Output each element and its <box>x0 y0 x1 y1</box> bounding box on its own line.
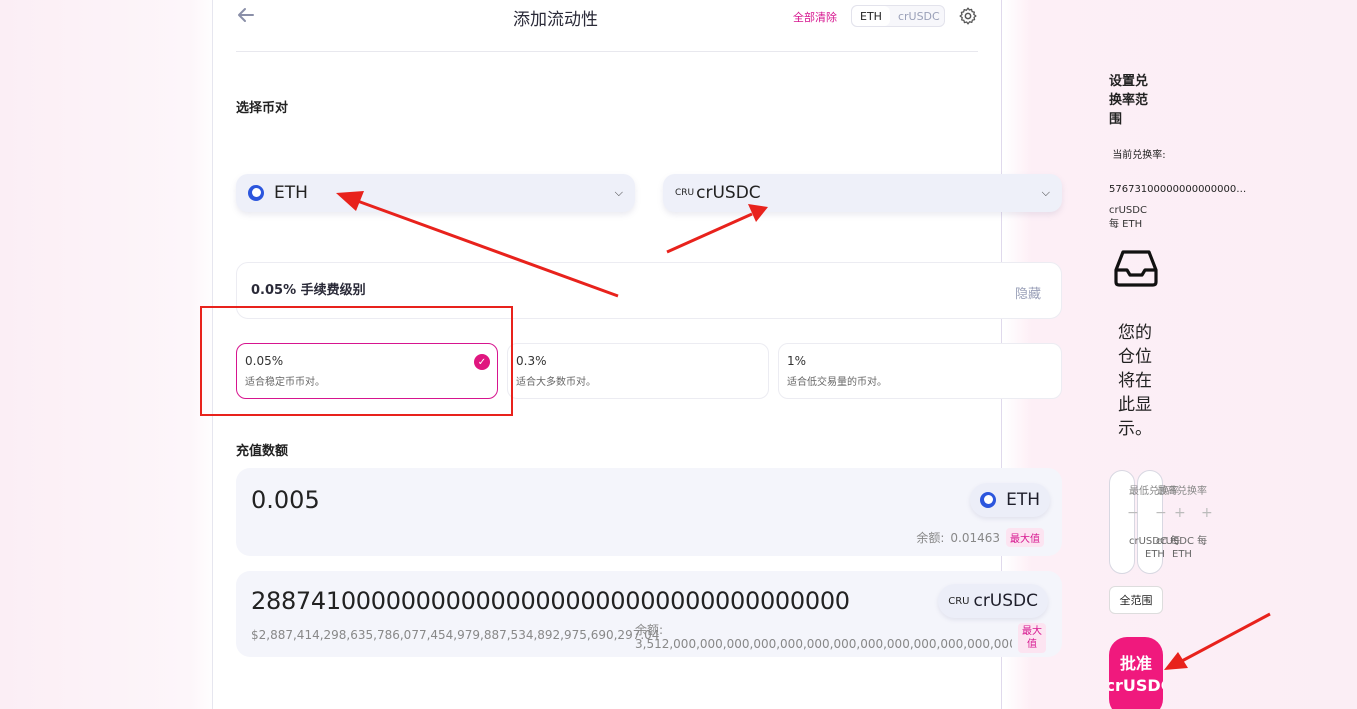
chevron-down-icon: ⌵ <box>1041 186 1050 199</box>
hide-fee-button[interactable]: 隐藏 <box>1015 283 1041 302</box>
deposit-a-token-chip[interactable]: ETH <box>970 483 1050 517</box>
balance-value: 0.01463 <box>950 530 1000 545</box>
token-a-name: ETH <box>274 183 308 203</box>
min-plus-button[interactable]: + <box>1174 505 1186 521</box>
max-unit-2: ETH <box>1172 549 1192 560</box>
rate-unit-2: 每 ETH <box>1109 219 1143 230</box>
token-b-name: crUSDC <box>696 183 761 203</box>
deposit-b-token: crUSDC <box>973 591 1038 611</box>
deposit-label: 充值数额 <box>236 444 289 459</box>
deposit-b-usd: $2,887,414,298,635,786,077,454,979,887,5… <box>251 628 660 642</box>
min-minus-button[interactable]: − <box>1127 505 1139 521</box>
chevron-down-icon: ⌵ <box>614 186 623 199</box>
balance-label: 余额: <box>635 623 664 637</box>
max-plus-button[interactable]: + <box>1201 505 1213 521</box>
current-rate-unit: crUSDC 每 ETH <box>1109 204 1169 232</box>
fee-option-pct: 0.3% <box>516 354 547 368</box>
current-rate-label: 当前兑换率: <box>1112 150 1166 161</box>
fee-option-pct: 1% <box>787 354 807 368</box>
approve-label-2: crUSDC <box>1109 676 1163 695</box>
deposit-b-box: 2887410000000000000000000000000000000000… <box>236 571 1062 657</box>
approve-crusdc-button[interactable]: 批准 crUSDC <box>1109 637 1163 709</box>
max-button[interactable]: 最大值 <box>1006 528 1044 547</box>
deposit-b-token-chip[interactable]: CRU crUSDC <box>938 584 1048 618</box>
header-divider <box>236 51 978 52</box>
toggle-crusdc[interactable]: crUSDC <box>890 10 948 23</box>
max-unit-1: crUSDC 每 <box>1156 536 1208 547</box>
balance-label: 余额: <box>916 531 945 545</box>
back-arrow-icon[interactable] <box>236 5 256 25</box>
range-title: 设置兑换率范围 <box>1109 74 1149 127</box>
toggle-eth[interactable]: ETH <box>852 6 890 26</box>
annotation-arrow-3 <box>1164 612 1271 670</box>
max-minus-button[interactable]: − <box>1155 505 1167 521</box>
cru-logo-icon: CRU <box>948 595 970 607</box>
current-rate-value: 5767310000000000000000... <box>1109 184 1249 195</box>
gear-icon[interactable] <box>958 6 978 26</box>
fee-tier-label: 0.05% 手续费级别 <box>251 283 366 298</box>
max-button[interactable]: 最大 值 <box>1018 623 1046 653</box>
cru-logo-icon: CRU <box>675 188 695 198</box>
deposit-a-token: ETH <box>1006 490 1040 510</box>
deposit-b-input[interactable]: 2887410000000000000000000000000000000000 <box>251 587 850 615</box>
max-label-1: 最大 <box>1022 626 1042 637</box>
page-title: 添加流动性 <box>513 10 598 30</box>
annotation-highlight-box <box>200 306 513 416</box>
approve-label-1: 批准 <box>1119 654 1152 673</box>
balance-value: 3,512,000,000,000,000,000,000,000,000,00… <box>635 637 1012 651</box>
deposit-a-input[interactable]: 0.005 <box>251 486 320 514</box>
empty-position-message: 您的仓位将在此显示。 <box>1118 323 1152 439</box>
token-b-select[interactable]: CRU crUSDC ⌵ <box>663 174 1062 212</box>
select-pair-label: 选择币对 <box>236 101 289 116</box>
eth-logo-icon <box>248 185 264 201</box>
deposit-a-box: 0.005 ETH 余额: 0.01463 最大值 <box>236 468 1062 556</box>
fee-option-03[interactable]: 0.3% 适合大多数币对。 <box>507 343 769 399</box>
fee-option-1[interactable]: 1% 适合低交易量的币对。 <box>778 343 1062 399</box>
eth-logo-icon <box>980 492 997 508</box>
token-a-select[interactable]: ETH ⌵ <box>236 174 635 212</box>
fee-option-desc: 适合低交易量的币对。 <box>787 377 887 388</box>
max-price-unit: crUSDC 每 ETH <box>1156 535 1207 561</box>
max-price-label: 最高兑换率 <box>1157 486 1207 497</box>
rate-unit-1: crUSDC <box>1109 205 1147 216</box>
inbox-icon <box>1114 250 1158 287</box>
clear-all-button[interactable]: 全部清除 <box>793 9 837 25</box>
max-label-2: 值 <box>1027 639 1037 650</box>
fee-option-desc: 适合大多数币对。 <box>516 377 596 388</box>
token-toggle[interactable]: ETH crUSDC <box>851 5 945 27</box>
full-range-button[interactable]: 全范围 <box>1109 586 1163 614</box>
